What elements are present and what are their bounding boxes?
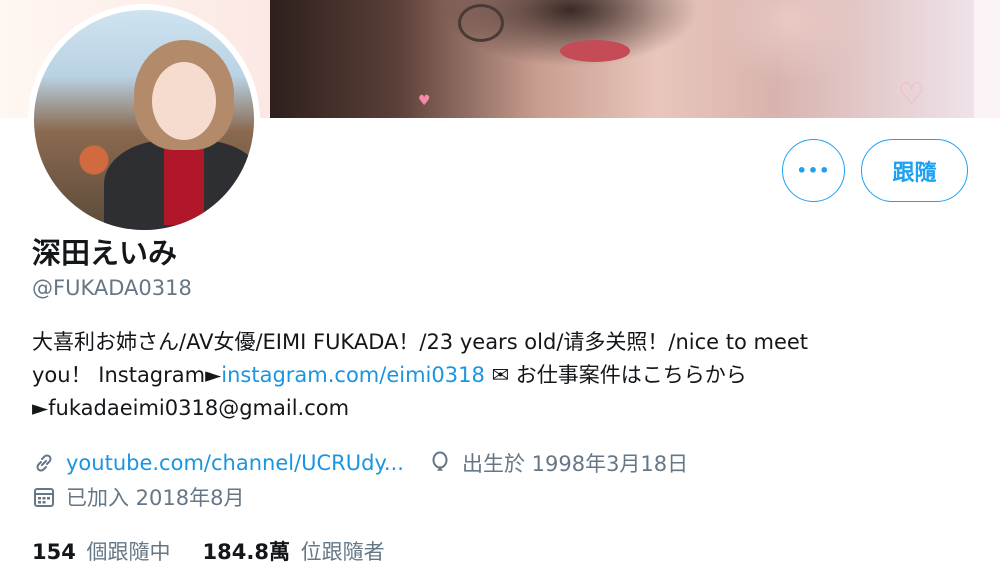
bio-line-2-prefix: you！ Instagram► bbox=[32, 363, 222, 387]
website-link[interactable]: youtube.com/channel/UCRUdy... bbox=[66, 451, 404, 475]
joined-text: 已加入 2018年8月 bbox=[66, 486, 245, 510]
avatar-shirt-detail bbox=[164, 145, 204, 225]
profile-avatar[interactable] bbox=[28, 4, 260, 236]
banner-glasses-detail bbox=[458, 4, 504, 42]
profile-stats: 154 個跟隨中 184.8萬 位跟隨者 bbox=[32, 536, 417, 566]
profile-meta-row: youtube.com/channel/UCRUdy... 出生於 1998年3… bbox=[32, 448, 688, 478]
avatar-face-detail bbox=[152, 62, 216, 140]
calendar-icon bbox=[34, 488, 54, 507]
following-stat[interactable]: 154 個跟隨中 bbox=[32, 536, 171, 566]
following-label: 個跟隨中 bbox=[86, 540, 171, 564]
birthday-text: 出生於 1998年3月18日 bbox=[461, 452, 689, 476]
profile-meta-row: 已加入 2018年8月 bbox=[32, 482, 244, 512]
followers-label: 位跟隨者 bbox=[300, 540, 385, 564]
banner-photo bbox=[270, 0, 974, 118]
link-icon bbox=[36, 454, 52, 472]
followers-stat[interactable]: 184.8萬 位跟隨者 bbox=[203, 536, 385, 566]
balloon-icon bbox=[432, 451, 448, 471]
banner-lips-detail bbox=[560, 40, 630, 62]
bio-line-1: 大喜利お姉さん/AV女優/EIMI FUKADA！/23 years old/请… bbox=[32, 330, 809, 354]
follow-button[interactable]: 跟隨 bbox=[861, 139, 968, 202]
followers-count: 184.8萬 bbox=[202, 540, 290, 564]
profile-bio: 大喜利お姉さん/AV女優/EIMI FUKADA！/23 years old/请… bbox=[32, 326, 932, 425]
more-options-button[interactable]: ••• bbox=[782, 139, 845, 202]
instagram-link[interactable]: instagram.com/eimi0318 bbox=[221, 363, 485, 387]
heart-icon: ♥ bbox=[418, 93, 431, 109]
bio-line-3: ►fukadaeimi0318@gmail.com bbox=[32, 396, 350, 420]
more-icon: ••• bbox=[796, 161, 831, 180]
follow-button-label: 跟隨 bbox=[892, 160, 937, 186]
heart-icon: ♡ bbox=[898, 77, 925, 112]
bio-line-2: you！ Instagram►instagram.com/eimi0318 ✉ … bbox=[32, 359, 932, 392]
birthday-item: 出生於 1998年3月18日 bbox=[428, 448, 688, 478]
bio-line-2-suffix: ✉ お仕事案件はこちらから bbox=[484, 363, 747, 387]
following-count: 154 bbox=[32, 540, 76, 564]
joined-item: 已加入 2018年8月 bbox=[32, 482, 244, 512]
avatar-photo bbox=[34, 10, 254, 230]
website-item: youtube.com/channel/UCRUdy... bbox=[32, 451, 404, 475]
display-name: 深田えいみ bbox=[32, 236, 178, 270]
user-handle: @FUKADA0318 bbox=[32, 276, 192, 300]
